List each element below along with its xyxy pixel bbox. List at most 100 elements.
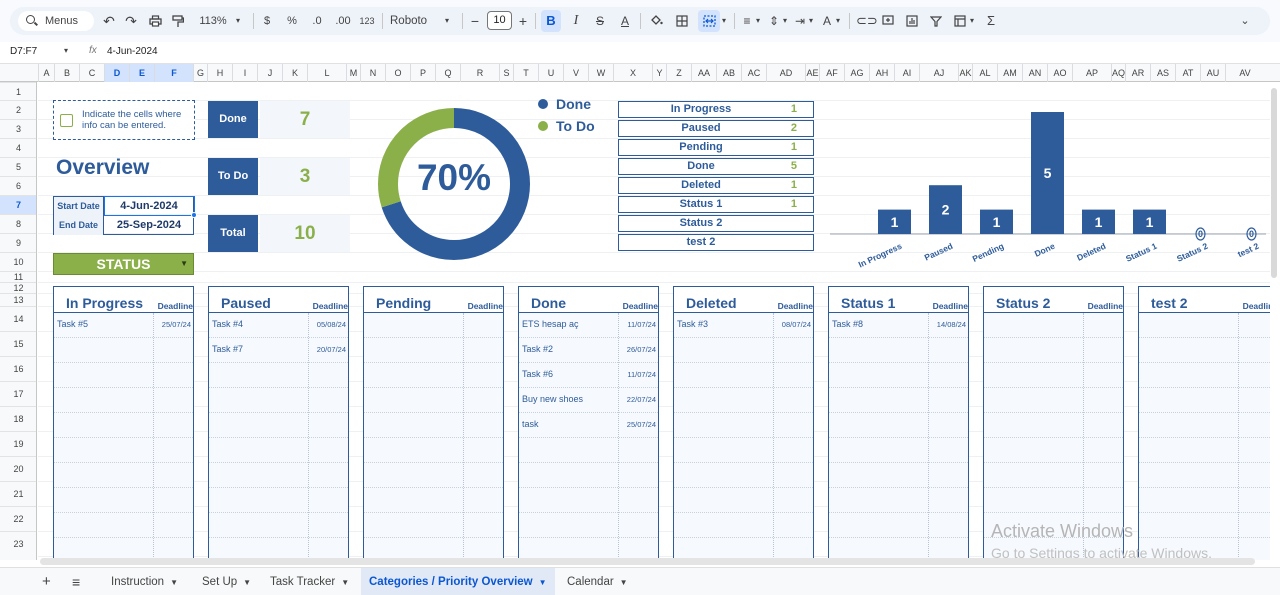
task-row[interactable]	[984, 363, 1123, 388]
task-row[interactable]	[519, 538, 658, 560]
horizontal-scrollbar[interactable]	[40, 558, 1255, 565]
task-row[interactable]	[1139, 513, 1270, 538]
task-row[interactable]: ETS hesap aç 11/07/24	[519, 313, 658, 338]
task-row[interactable]	[54, 338, 193, 363]
sheet-grid[interactable]: Indicate the cells where info can be ent…	[38, 82, 1270, 560]
italic-button[interactable]: I	[569, 7, 583, 35]
task-row[interactable]	[1139, 338, 1270, 363]
task-row[interactable]: Task #8 14/08/24	[829, 313, 968, 338]
column-header-av[interactable]: AV	[1225, 64, 1264, 82]
column-header-x[interactable]: X	[613, 64, 652, 82]
task-row[interactable]	[674, 388, 813, 413]
column-header-at[interactable]: AT	[1175, 64, 1200, 82]
vertical-align-icon[interactable]: ⇕	[767, 7, 781, 35]
row-header-21[interactable]: 21	[0, 481, 36, 506]
end-date-value[interactable]: 25-Sep-2024	[105, 216, 193, 235]
font-size-increase-button[interactable]: +	[517, 7, 529, 35]
zoom-select[interactable]: 113%	[196, 7, 230, 35]
column-header-l[interactable]: L	[307, 64, 346, 82]
formula-input[interactable]: 4-Jun-2024	[107, 46, 158, 57]
column-header-ai[interactable]: AI	[894, 64, 919, 82]
column-header-r[interactable]: R	[460, 64, 499, 82]
column-header-ar[interactable]: AR	[1125, 64, 1150, 82]
task-row[interactable]	[1139, 438, 1270, 463]
row-header-8[interactable]: 8	[0, 214, 36, 233]
task-row[interactable]	[984, 313, 1123, 338]
task-row[interactable]: Task #7 20/07/24	[209, 338, 348, 363]
task-row[interactable]	[519, 438, 658, 463]
task-row[interactable]	[519, 463, 658, 488]
row-header-12[interactable]: 12	[0, 282, 36, 293]
sheet-tab[interactable]: Set Up ▼	[194, 568, 259, 595]
column-header-aj[interactable]: AJ	[919, 64, 958, 82]
task-row[interactable]	[829, 363, 968, 388]
column-header-ap[interactable]: AP	[1072, 64, 1111, 82]
task-row[interactable]	[209, 438, 348, 463]
all-sheets-icon[interactable]: ≡	[64, 568, 88, 595]
column-header-an[interactable]: AN	[1022, 64, 1047, 82]
task-row[interactable]	[364, 513, 503, 538]
add-sheet-icon[interactable]: +	[34, 568, 59, 595]
row-header-11[interactable]: 11	[0, 271, 36, 282]
row-header-6[interactable]: 6	[0, 176, 36, 195]
row-header-1[interactable]: 1	[0, 82, 36, 100]
chevron-down-icon[interactable]: ▾	[64, 46, 68, 55]
column-header-a[interactable]: A	[38, 64, 54, 82]
row-header-20[interactable]: 20	[0, 456, 36, 481]
column-header-m[interactable]: M	[346, 64, 360, 82]
sheet-tab[interactable]: Calendar ▼	[559, 568, 636, 595]
column-header-aa[interactable]: AA	[691, 64, 716, 82]
column-header-as[interactable]: AS	[1150, 64, 1175, 82]
task-row[interactable]: task 25/07/24	[519, 413, 658, 438]
task-row[interactable]	[984, 438, 1123, 463]
task-row[interactable]	[54, 413, 193, 438]
task-row[interactable]	[829, 488, 968, 513]
task-row[interactable]	[364, 363, 503, 388]
task-row[interactable]	[984, 488, 1123, 513]
undo-icon[interactable]: ↶	[102, 7, 116, 35]
task-row[interactable]	[54, 438, 193, 463]
task-row[interactable]	[829, 388, 968, 413]
strikethrough-button[interactable]: S	[593, 7, 607, 35]
table-view-icon[interactable]	[952, 7, 968, 35]
column-header-ah[interactable]: AH	[869, 64, 894, 82]
row-header-15[interactable]: 15	[0, 331, 36, 356]
task-row[interactable]	[829, 463, 968, 488]
row-header-4[interactable]: 4	[0, 138, 36, 157]
column-header-d[interactable]: D	[104, 64, 129, 82]
merge-cells-icon[interactable]	[698, 10, 720, 32]
task-row[interactable]: Task #5 25/07/24	[54, 313, 193, 338]
column-header-u[interactable]: U	[538, 64, 563, 82]
task-row[interactable]	[829, 513, 968, 538]
task-row[interactable]	[364, 463, 503, 488]
task-row[interactable]	[829, 338, 968, 363]
column-header-n[interactable]: N	[360, 64, 385, 82]
task-row[interactable]	[674, 413, 813, 438]
task-row[interactable]	[364, 488, 503, 513]
comment-icon[interactable]	[880, 7, 896, 35]
menus-search[interactable]: Menus	[18, 11, 94, 31]
task-row[interactable]	[674, 338, 813, 363]
task-row[interactable]	[209, 513, 348, 538]
name-box[interactable]: D7:F7	[10, 46, 37, 57]
task-row[interactable]	[209, 488, 348, 513]
row-header-16[interactable]: 16	[0, 356, 36, 381]
column-header-h[interactable]: H	[207, 64, 232, 82]
column-header-z[interactable]: Z	[666, 64, 691, 82]
task-row[interactable]	[54, 363, 193, 388]
column-header-s[interactable]: S	[499, 64, 513, 82]
sheet-tab[interactable]: Task Tracker ▼	[262, 568, 357, 595]
task-row[interactable]	[209, 538, 348, 560]
bold-button[interactable]: B	[541, 10, 561, 32]
column-header-o[interactable]: O	[385, 64, 410, 82]
align-icon[interactable]: ≡	[740, 7, 754, 35]
task-row[interactable]	[984, 463, 1123, 488]
task-row[interactable]	[209, 363, 348, 388]
percent-button[interactable]: %	[285, 7, 299, 35]
column-header-af[interactable]: AF	[819, 64, 844, 82]
column-header-e[interactable]: E	[129, 64, 154, 82]
task-row[interactable]	[829, 438, 968, 463]
redo-icon[interactable]: ↷	[124, 7, 138, 35]
row-header-22[interactable]: 22	[0, 506, 36, 531]
sheet-tab[interactable]: Instruction ▼	[103, 568, 186, 595]
